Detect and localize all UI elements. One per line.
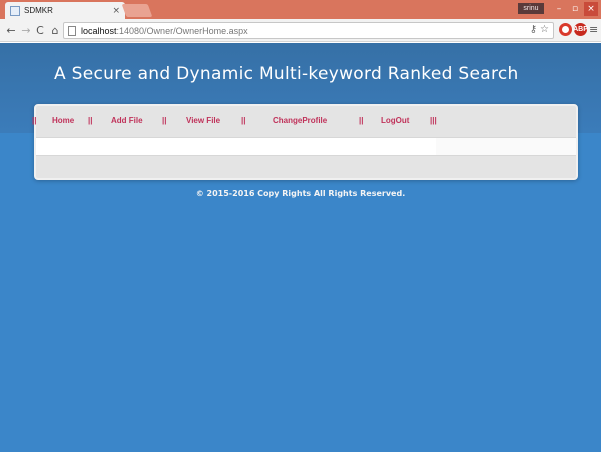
menu-item-change-profile[interactable]: ChangeProfile (273, 116, 327, 125)
menu-separator: || (32, 116, 37, 125)
menu-item-logout[interactable]: LogOut (381, 116, 409, 125)
menu-icon[interactable]: ≡ (589, 23, 598, 36)
site-title: A Secure and Dynamic Multi-keyword Ranke… (54, 64, 519, 84)
menu-item-home[interactable]: Home (52, 116, 74, 125)
back-icon[interactable]: ← (4, 23, 18, 37)
minimize-button[interactable]: – (552, 2, 566, 16)
maximize-button[interactable]: ▫ (568, 2, 582, 16)
browser-toolbar: ← → C ⌂ localhost:14080/Owner/OwnerHome.… (0, 19, 601, 42)
content-area (36, 137, 576, 156)
forward-icon[interactable]: → (19, 23, 33, 37)
omnibox-actions: ⚷ ☆ (530, 24, 549, 35)
menu-separator: || (162, 116, 167, 125)
home-icon[interactable]: ⌂ (48, 23, 62, 37)
nav-menu: || Home || Add File || View File || Chan… (32, 106, 576, 135)
main-panel: || Home || Add File || View File || Chan… (32, 104, 578, 180)
new-tab-button[interactable] (121, 4, 153, 17)
page-body: A Secure and Dynamic Multi-keyword Ranke… (0, 43, 601, 452)
adblock-icon[interactable]: ABP (573, 23, 588, 36)
favicon-icon (10, 5, 20, 16)
url-host: localhost (81, 25, 117, 36)
menu-separator: || (359, 116, 364, 125)
menu-item-add-file[interactable]: Add File (111, 116, 143, 125)
opera-icon[interactable] (559, 23, 572, 36)
footer-copyright: © 2015-2016 Copy Rights All Rights Reser… (195, 189, 406, 198)
content-cell (36, 138, 436, 155)
tab-title: SDMKR (24, 6, 53, 15)
browser-tab[interactable]: SDMKR × (5, 2, 125, 19)
url-path: :14080/Owner/OwnerHome.aspx (116, 25, 248, 36)
address-bar[interactable]: localhost:14080/Owner/OwnerHome.aspx ⚷ ☆ (63, 22, 554, 39)
page-icon (68, 25, 76, 36)
tab-close-icon[interactable]: × (112, 6, 120, 16)
star-icon[interactable]: ☆ (540, 24, 549, 35)
profile-badge[interactable]: srinu (518, 3, 544, 14)
key-icon[interactable]: ⚷ (530, 24, 537, 35)
reload-icon[interactable]: C (33, 23, 47, 37)
menu-separator: || (88, 116, 93, 125)
menu-separator: || (241, 116, 246, 125)
close-window-button[interactable]: × (584, 2, 598, 16)
menu-item-view-file[interactable]: View File (186, 116, 220, 125)
browser-tabstrip: SDMKR × srinu – ▫ × (0, 0, 601, 19)
menu-end-separator: ||| (430, 116, 437, 125)
